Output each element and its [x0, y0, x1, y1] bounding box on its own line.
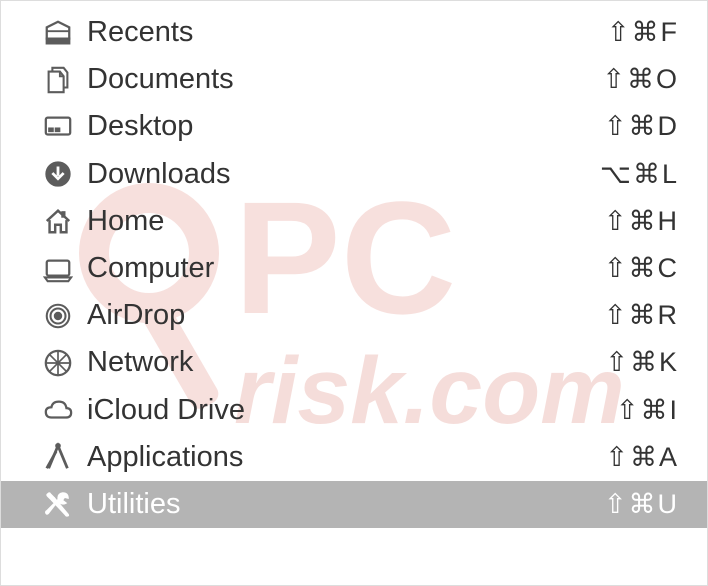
menu-item-label: Home: [87, 205, 604, 238]
menu-item-airdrop[interactable]: AirDrop ⇧⌘R: [1, 292, 707, 339]
menu-item-shortcut: ⇧⌘R: [604, 300, 679, 331]
menu-item-downloads[interactable]: Downloads ⌥⌘L: [1, 151, 707, 198]
menu-item-applications[interactable]: Applications ⇧⌘A: [1, 434, 707, 481]
menu-item-label: Downloads: [87, 158, 600, 191]
desktop-icon: [41, 110, 75, 144]
airdrop-icon: [41, 299, 75, 333]
home-icon: [41, 204, 75, 238]
menu-item-computer[interactable]: Computer ⇧⌘C: [1, 245, 707, 292]
menu-item-utilities[interactable]: Utilities ⇧⌘U: [1, 481, 707, 528]
utilities-icon: [41, 487, 75, 521]
menu-item-shortcut: ⇧⌘U: [604, 489, 679, 520]
menu-item-label: Utilities: [87, 488, 604, 521]
menu-item-label: Documents: [87, 63, 602, 96]
menu-item-shortcut: ⇧⌘D: [604, 111, 679, 142]
computer-icon: [41, 252, 75, 286]
menu-item-icloud-drive[interactable]: iCloud Drive ⇧⌘I: [1, 387, 707, 434]
menu-item-network[interactable]: Network ⇧⌘K: [1, 339, 707, 386]
go-menu-list: Recents ⇧⌘F Documents ⇧⌘O Desktop ⇧⌘D Do…: [1, 1, 707, 528]
menu-item-label: Desktop: [87, 110, 604, 143]
menu-item-shortcut: ⇧⌘F: [607, 17, 679, 48]
recents-icon: [41, 16, 75, 50]
menu-item-shortcut: ⇧⌘O: [602, 64, 679, 95]
downloads-icon: [41, 157, 75, 191]
menu-item-label: Network: [87, 346, 605, 379]
network-icon: [41, 346, 75, 380]
menu-item-desktop[interactable]: Desktop ⇧⌘D: [1, 103, 707, 150]
menu-item-shortcut: ⌥⌘L: [600, 159, 679, 190]
icloud-icon: [41, 393, 75, 427]
menu-item-label: Recents: [87, 16, 607, 49]
menu-item-label: Computer: [87, 252, 604, 285]
documents-icon: [41, 63, 75, 97]
menu-item-shortcut: ⇧⌘H: [604, 206, 679, 237]
applications-icon: [41, 440, 75, 474]
menu-item-home[interactable]: Home ⇧⌘H: [1, 198, 707, 245]
menu-item-shortcut: ⇧⌘K: [605, 347, 679, 378]
menu-item-label: AirDrop: [87, 299, 604, 332]
menu-item-shortcut: ⇧⌘A: [605, 442, 679, 473]
menu-item-documents[interactable]: Documents ⇧⌘O: [1, 56, 707, 103]
menu-item-shortcut: ⇧⌘C: [604, 253, 679, 284]
menu-item-label: iCloud Drive: [87, 394, 616, 427]
menu-item-shortcut: ⇧⌘I: [616, 395, 679, 426]
menu-item-label: Applications: [87, 441, 605, 474]
menu-item-recents[interactable]: Recents ⇧⌘F: [1, 9, 707, 56]
